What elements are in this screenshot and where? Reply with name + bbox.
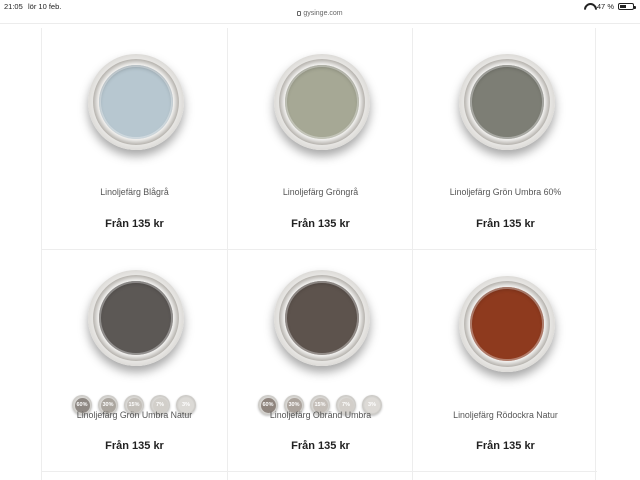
product-name[interactable]: Linoljefärg Grön Umbra Natur	[42, 410, 227, 420]
product-name[interactable]: Linoljefärg Obränd Umbra	[228, 410, 413, 420]
product-price: Från 135 kr	[291, 218, 350, 230]
url-text: gysinge.com	[303, 10, 343, 17]
product-price: Från 135 kr	[476, 218, 535, 230]
paint-color-swatch	[470, 65, 544, 139]
paint-can-image[interactable]	[88, 270, 184, 366]
battery-icon	[618, 3, 636, 10]
product-grid: Linoljefärg Blågrå Från 135 kr Linoljefärg…	[41, 28, 597, 480]
product-price: Från 135 kr	[476, 440, 535, 452]
product-card-partial	[42, 472, 227, 480]
product-card[interactable]: Linoljefärg Grön Umbra 60% Från 135 kr	[412, 28, 597, 250]
lock-icon	[297, 11, 302, 16]
product-card-partial	[227, 472, 412, 480]
wifi-icon	[584, 3, 593, 10]
paint-can-image[interactable]	[274, 54, 370, 150]
paint-can-image[interactable]	[459, 276, 555, 372]
product-card[interactable]: Linoljefärg Rödockra Natur Från 135 kr	[412, 250, 597, 472]
product-name[interactable]: Linoljefärg Grön Umbra 60%	[413, 187, 598, 197]
product-card[interactable]: 60% 30% 15% 7% 3% Linoljefärg Grön Umbra Natu…	[42, 250, 227, 472]
battery-percent: 47 %	[596, 2, 614, 11]
paint-color-swatch	[470, 287, 544, 361]
product-card[interactable]: Linoljefärg Blågrå Från 135 kr	[42, 28, 227, 250]
status-bar: 21:05 lör 10 feb. gysinge.com 47 %	[0, 0, 640, 17]
paint-color-swatch	[99, 65, 173, 139]
product-card[interactable]: 60% 30% 15% 7% 3% Linoljefärg Obränd Umbra Frå…	[227, 250, 412, 472]
product-price: Från 135 kr	[105, 218, 164, 230]
product-price: Från 135 kr	[291, 440, 350, 452]
product-price: Från 135 kr	[105, 440, 164, 452]
product-name[interactable]: Linoljefärg Rödockra Natur	[413, 410, 598, 420]
paint-can-image[interactable]	[459, 54, 555, 150]
product-card[interactable]: Linoljefärg Gröngrå Från 135 kr	[227, 28, 412, 250]
status-indicators: 47 %	[584, 2, 636, 11]
header-divider	[0, 23, 640, 24]
paint-color-swatch	[285, 65, 359, 139]
product-name[interactable]: Linoljefärg Gröngrå	[228, 187, 413, 197]
paint-color-swatch	[99, 281, 173, 355]
product-card-partial	[412, 472, 597, 480]
address-bar[interactable]: gysinge.com	[0, 10, 640, 17]
paint-can-image[interactable]	[88, 54, 184, 150]
paint-can-image[interactable]	[274, 270, 370, 366]
product-name[interactable]: Linoljefärg Blågrå	[42, 187, 227, 197]
paint-color-swatch	[285, 281, 359, 355]
